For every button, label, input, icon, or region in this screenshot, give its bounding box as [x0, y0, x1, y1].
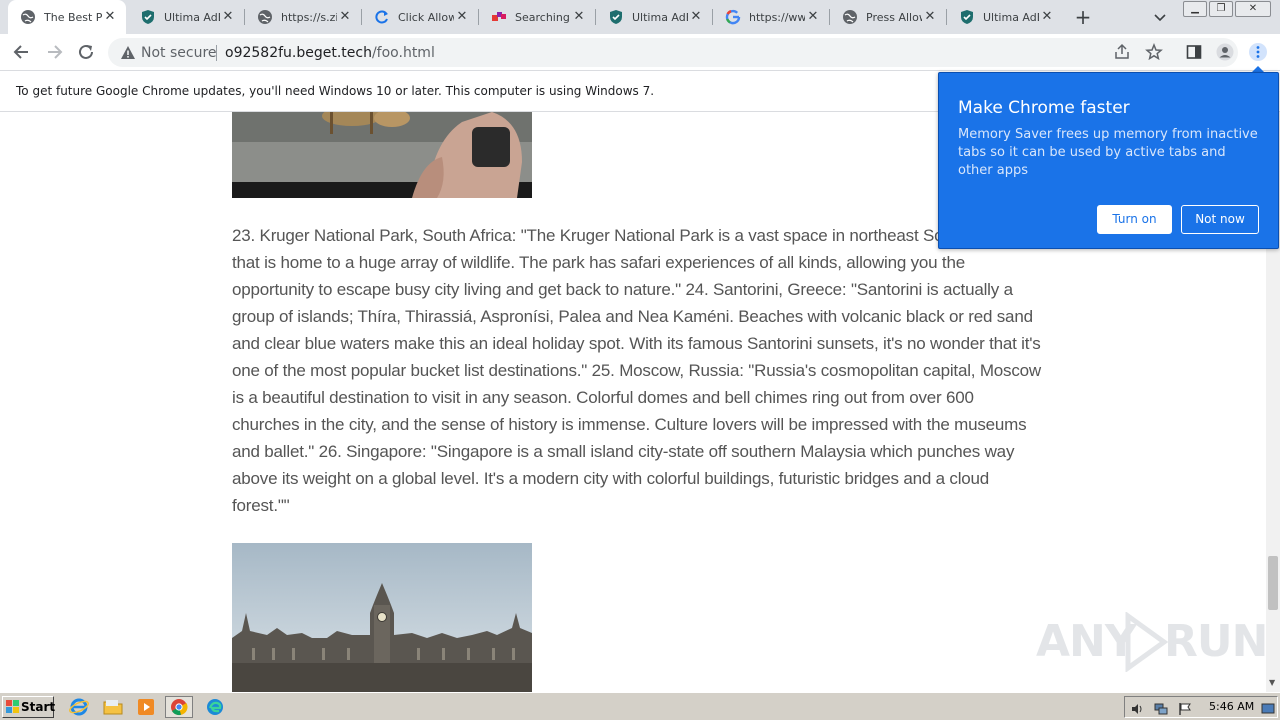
tab-close-icon[interactable]: ✕: [571, 9, 587, 25]
tab-close-icon[interactable]: ✕: [337, 9, 353, 25]
start-label: Start: [21, 700, 56, 714]
tab-5[interactable]: Ultima AdBl ✕: [596, 0, 712, 34]
chevron-down-icon[interactable]: [1152, 9, 1168, 25]
tab-1[interactable]: Ultima AdBl ✕: [128, 0, 244, 34]
flag-icon[interactable]: [1178, 701, 1192, 715]
divider: [216, 45, 217, 61]
taskbar-clock[interactable]: 5:46 AM: [1209, 700, 1254, 713]
scrollbar-thumb[interactable]: [1268, 556, 1278, 610]
refresh-icon: [374, 9, 390, 25]
tab-title: Ultima AdBl: [164, 10, 220, 24]
tab-close-icon[interactable]: ✕: [688, 9, 704, 25]
warning-triangle-icon[interactable]: [120, 45, 136, 61]
ie-icon[interactable]: [68, 697, 90, 717]
start-button[interactable]: Start: [2, 696, 56, 718]
globe-icon: [20, 9, 36, 25]
tab-close-icon[interactable]: ✕: [454, 9, 470, 25]
url-path: /foo.html: [371, 45, 435, 61]
tab-title: The Best Pl: [44, 10, 102, 24]
media-player-icon[interactable]: [135, 697, 157, 717]
share-icon[interactable]: [1113, 43, 1131, 61]
not-now-button[interactable]: Not now: [1181, 205, 1259, 234]
tab-title: Ultima AdBl: [983, 10, 1039, 24]
kebab-menu-icon[interactable]: [1249, 43, 1267, 61]
tab-title: Searching f: [515, 10, 571, 24]
windows-taskbar: Start 5:46 AM: [0, 692, 1280, 720]
tab-title: https://ww: [749, 10, 805, 24]
turn-on-button[interactable]: Turn on: [1097, 205, 1172, 234]
back-arrow-icon[interactable]: [12, 42, 32, 62]
profile-avatar-icon[interactable]: [1216, 43, 1234, 61]
system-tray: 5:46 AM: [1124, 696, 1278, 718]
tab-6[interactable]: https://ww ✕: [713, 0, 829, 34]
shield-icon: [140, 9, 156, 25]
tab-close-icon[interactable]: ✕: [1039, 9, 1055, 25]
tab-close-icon[interactable]: ✕: [220, 9, 236, 25]
chrome-icon[interactable]: [165, 696, 193, 718]
tab-7[interactable]: Press Allow ✕: [830, 0, 946, 34]
folder-icon[interactable]: [102, 697, 124, 717]
promo-title: Make Chrome faster: [958, 98, 1130, 118]
tab-title: https://s.zi: [281, 10, 337, 24]
infobar-message: To get future Google Chrome updates, you…: [16, 84, 655, 98]
safari-photo: [232, 112, 532, 198]
tab-2[interactable]: https://s.zi ✕: [245, 0, 361, 34]
side-panel-icon[interactable]: [1185, 43, 1203, 61]
minimize-icon[interactable]: ▁: [1183, 1, 1207, 17]
show-desktop-icon[interactable]: [1261, 701, 1275, 715]
security-label[interactable]: Not secure: [141, 45, 217, 61]
tab-4[interactable]: Searching f ✕: [479, 0, 595, 34]
memory-saver-promo: Make Chrome faster Memory Saver frees up…: [938, 72, 1279, 249]
url-host: o92582fu.beget.tech: [225, 45, 372, 61]
tab-title: Click Allow: [398, 10, 454, 24]
restore-icon[interactable]: ❐: [1209, 1, 1233, 17]
promo-body: Memory Saver frees up memory from inacti…: [958, 127, 1258, 178]
watermark-text-right: RUN: [1164, 616, 1268, 667]
tab-title: Ultima AdBl: [632, 10, 688, 24]
reload-icon[interactable]: [76, 42, 96, 62]
tab-strip: The Best Pl ✕ Ultima AdBl ✕ https://s.zi…: [0, 0, 1280, 34]
globe-icon: [257, 9, 273, 25]
westminster-photo: [232, 543, 532, 692]
shield-icon: [959, 9, 975, 25]
shield-icon: [608, 9, 624, 25]
edge-icon[interactable]: [204, 697, 226, 717]
forward-arrow-icon[interactable]: [44, 42, 64, 62]
browser-toolbar: Not secure o92582fu.beget.tech/foo.html: [0, 34, 1280, 71]
network-icon[interactable]: [1154, 701, 1168, 715]
star-icon[interactable]: [1145, 42, 1163, 61]
watermark-text-left: ANY: [1036, 616, 1137, 667]
tab-close-icon[interactable]: ✕: [922, 9, 938, 25]
window-close-icon[interactable]: ✕: [1235, 1, 1271, 17]
article-paragraph: 23. Kruger National Park, South Africa: …: [232, 226, 1041, 515]
google-g-icon: [725, 9, 741, 25]
tab-title: Press Allow: [866, 10, 922, 24]
anyrun-watermark: ANY RUN: [1036, 610, 1268, 674]
play-triangle-icon: [1125, 612, 1168, 672]
speaker-icon[interactable]: [1130, 701, 1144, 715]
globe-icon: [842, 9, 858, 25]
tab-close-icon[interactable]: ✕: [102, 9, 118, 25]
windows-logo-icon: [6, 700, 20, 714]
tab-3[interactable]: Click Allow ✕: [362, 0, 478, 34]
tab-close-icon[interactable]: ✕: [805, 9, 821, 25]
scroll-down-arrow-icon[interactable]: ▼: [1269, 678, 1275, 687]
url-text[interactable]: o92582fu.beget.tech/foo.html: [225, 45, 435, 61]
colored-squares-icon: [491, 9, 507, 25]
tab-8[interactable]: Ultima AdBl ✕: [947, 0, 1063, 34]
new-tab-plus-icon[interactable]: +: [1072, 6, 1094, 28]
tab-0[interactable]: The Best Pl ✕: [8, 0, 126, 34]
address-bar[interactable]: Not secure o92582fu.beget.tech/foo.html: [108, 38, 1238, 67]
